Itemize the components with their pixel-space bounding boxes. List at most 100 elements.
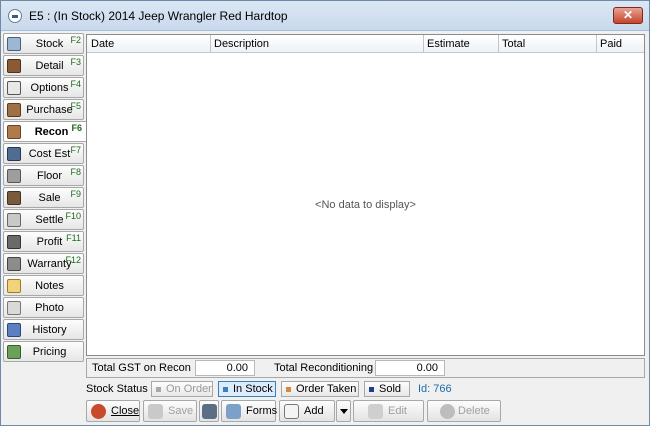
save-label: Save	[168, 405, 194, 417]
column-header-description[interactable]: Description	[214, 38, 269, 50]
column-divider	[210, 35, 211, 53]
nav-options-button[interactable]: Options F4	[3, 77, 84, 98]
grid-header: Date Description Estimate Total Paid	[87, 35, 644, 53]
nav-photo-label: Photo	[35, 302, 64, 314]
recon-total-value: 0.00	[375, 360, 445, 376]
in-stock-button[interactable]: In Stock	[218, 381, 276, 397]
column-header-paid[interactable]: Paid	[600, 38, 622, 50]
app-icon	[8, 9, 22, 23]
salesperson-icon	[7, 191, 21, 205]
title-bar: E5 : (In Stock) 2014 Jeep Wrangler Red H…	[1, 1, 649, 31]
chevron-down-icon	[340, 409, 348, 414]
save-icon	[148, 404, 163, 419]
status-square-icon	[223, 387, 228, 392]
nav-detail-label: Detail	[35, 60, 64, 72]
add-label: Add	[304, 405, 324, 417]
nav-pricing-label: Pricing	[32, 346, 67, 358]
nav-detail-key: F3	[70, 57, 81, 67]
nav-purchase-label: Purchase	[26, 104, 73, 116]
sold-label: Sold	[379, 383, 402, 395]
car-icon	[7, 169, 21, 183]
close-button[interactable]: Close	[86, 400, 140, 422]
nav-cost-est-label: Cost Est	[28, 148, 71, 160]
nav-profit-key: F11	[66, 233, 81, 243]
new-document-icon	[284, 404, 299, 419]
nav-purchase-key: F5	[70, 101, 81, 111]
nav-floor-label: Floor	[36, 170, 63, 182]
window-close-button[interactable]: ✕	[613, 7, 643, 24]
nav-settle-key: F10	[65, 211, 81, 221]
wrench-icon	[7, 257, 21, 271]
edit-button[interactable]: Edit	[353, 400, 424, 422]
column-header-estimate[interactable]: Estimate	[427, 38, 470, 50]
delete-label: Delete	[458, 405, 490, 417]
nav-recon-key: F6	[71, 123, 82, 133]
totals-bar: Total GST on Recon 0.00 Total Reconditio…	[86, 358, 645, 378]
nav-photo-button[interactable]: Photo	[3, 297, 84, 318]
close-label: Close	[111, 405, 140, 417]
window-body: Stock F2 Detail F3 Options F4 Purchase F…	[1, 32, 649, 425]
column-divider	[498, 35, 499, 53]
edit-label: Edit	[388, 405, 407, 417]
recon-window: E5 : (In Stock) 2014 Jeep Wrangler Red H…	[0, 0, 650, 426]
sold-button[interactable]: Sold	[364, 381, 410, 397]
column-header-date[interactable]: Date	[91, 38, 114, 50]
nav-cost-est-key: F7	[70, 145, 81, 155]
forms-button[interactable]: Forms	[221, 400, 278, 422]
forms-label: Forms	[246, 405, 278, 417]
stock-status-label: Stock Status	[86, 383, 148, 395]
nav-sale-button[interactable]: Sale F9	[3, 187, 84, 208]
empty-grid-message: <No data to display>	[315, 199, 416, 211]
order-taken-button[interactable]: Order Taken	[281, 381, 359, 397]
nav-sale-label: Sale	[38, 192, 61, 204]
nav-warranty-key: F12	[65, 255, 81, 265]
column-header-total[interactable]: Total	[502, 38, 525, 50]
nav-stock-label: Stock	[35, 38, 64, 50]
nav-cost-est-button[interactable]: Cost Est F7	[3, 143, 84, 164]
stock-id: Id: 766	[418, 383, 452, 395]
person-icon	[7, 59, 21, 73]
nav-stock-key: F2	[70, 35, 81, 45]
users-icon	[7, 323, 21, 337]
gavel-icon	[7, 103, 21, 117]
print-button[interactable]	[199, 400, 219, 422]
nav-history-label: History	[32, 324, 67, 336]
edit-icon	[368, 404, 383, 419]
status-square-icon	[286, 387, 291, 392]
folder-icon	[7, 279, 21, 293]
forms-icon	[226, 404, 241, 419]
gst-label: Total GST on Recon	[92, 362, 191, 374]
on-order-button[interactable]: On Order	[151, 381, 213, 397]
calculator-icon	[7, 147, 21, 161]
nav-stock-button[interactable]: Stock F2	[3, 33, 84, 54]
nav-sale-key: F9	[70, 189, 81, 199]
on-order-label: On Order	[166, 383, 212, 395]
nav-recon-button[interactable]: Recon F6	[3, 121, 87, 142]
status-square-icon	[156, 387, 161, 392]
nav-floor-button[interactable]: Floor F8	[3, 165, 84, 186]
nav-profit-button[interactable]: Profit F11	[3, 231, 84, 252]
photo-icon	[7, 301, 21, 315]
order-taken-label: Order Taken	[296, 383, 357, 395]
add-button[interactable]: Add	[279, 400, 335, 422]
nav-notes-button[interactable]: Notes	[3, 275, 84, 296]
add-dropdown-button[interactable]	[336, 400, 351, 422]
checklist-icon	[7, 81, 21, 95]
window-title: E5 : (In Stock) 2014 Jeep Wrangler Red H…	[29, 9, 288, 23]
nav-warranty-button[interactable]: Warranty F12	[3, 253, 84, 274]
nav-settle-button[interactable]: Settle F10	[3, 209, 84, 230]
nav-pricing-button[interactable]: Pricing	[3, 341, 84, 362]
nav-detail-button[interactable]: Detail F3	[3, 55, 84, 76]
recon-total-label: Total Reconditioning	[274, 362, 374, 374]
save-button[interactable]: Save	[143, 400, 197, 422]
delete-button[interactable]: Delete	[427, 400, 501, 422]
nav-purchase-button[interactable]: Purchase F5	[3, 99, 84, 120]
recon-grid[interactable]: Date Description Estimate Total Paid <No…	[86, 34, 645, 356]
nav-history-button[interactable]: History	[3, 319, 84, 340]
clipboard-icon	[7, 37, 21, 51]
printer-icon	[202, 404, 217, 419]
nav-options-key: F4	[70, 79, 81, 89]
close-circle-icon	[91, 404, 106, 419]
gst-value: 0.00	[195, 360, 255, 376]
column-divider	[596, 35, 597, 53]
